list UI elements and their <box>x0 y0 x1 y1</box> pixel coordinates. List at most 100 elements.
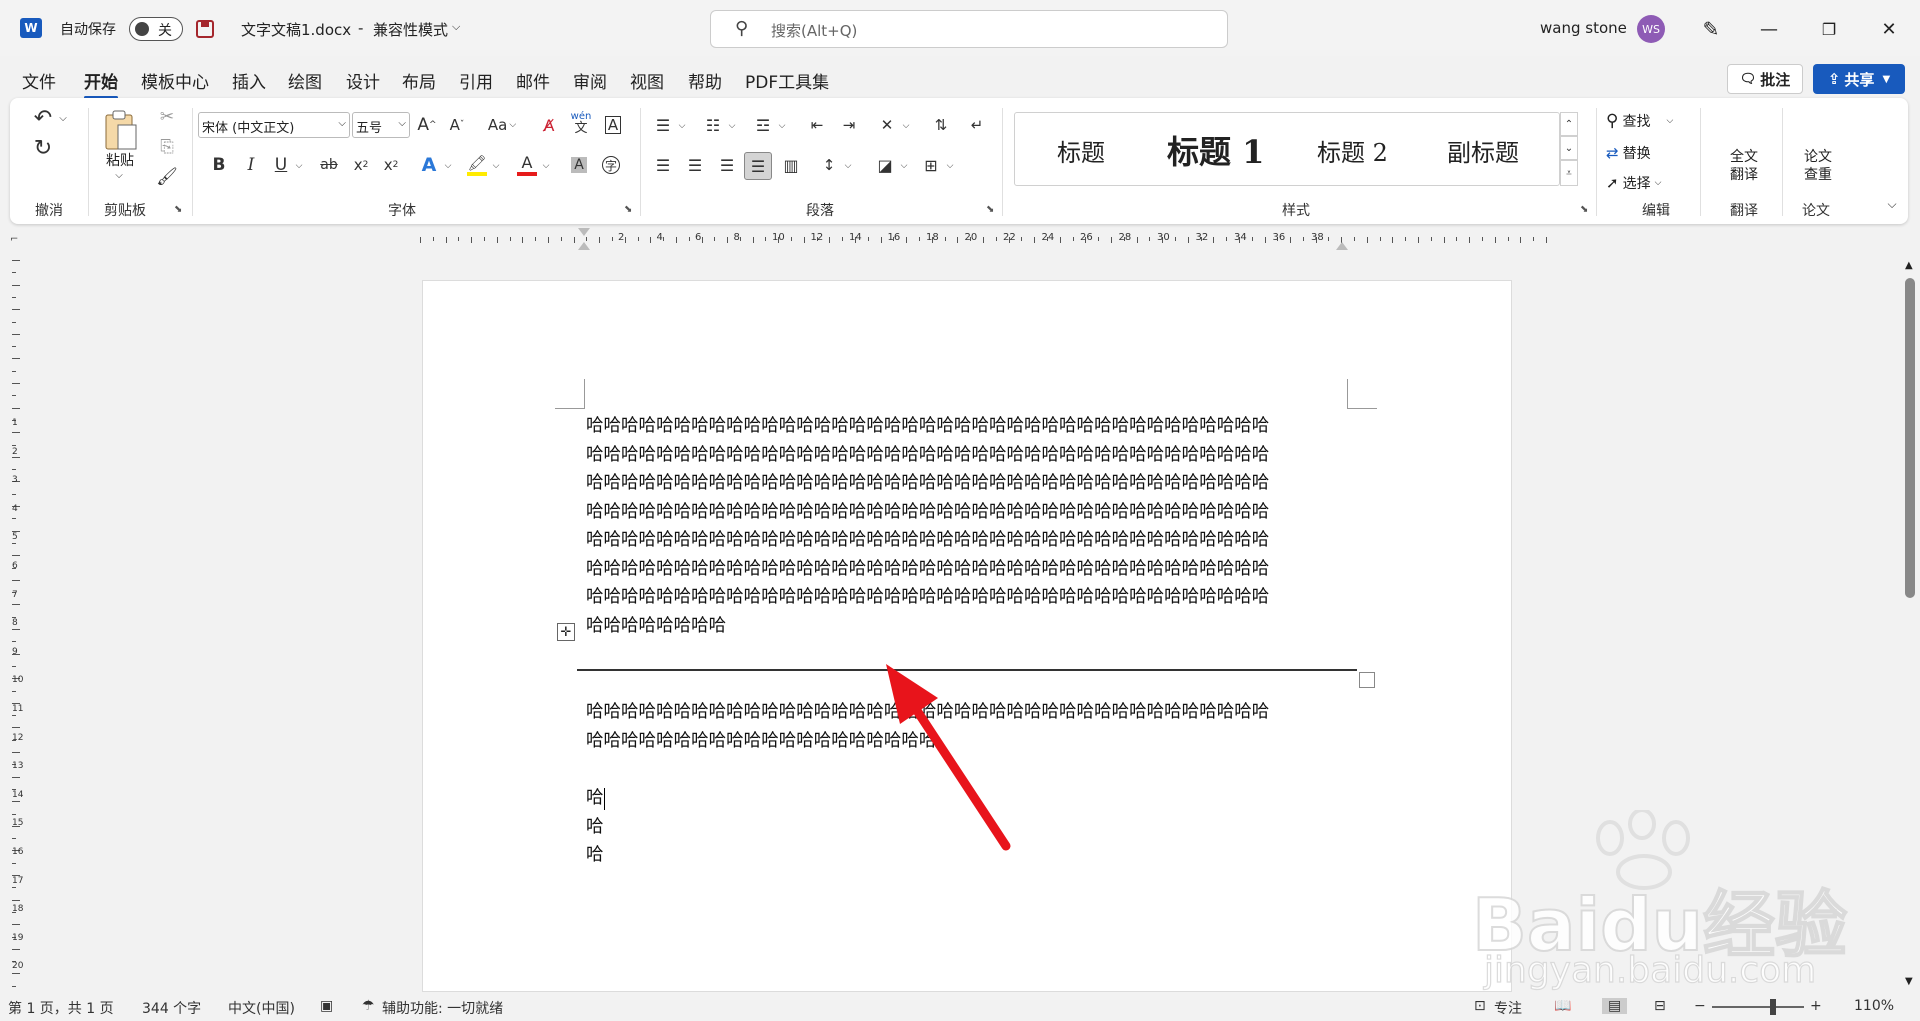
zoom-slider-thumb[interactable] <box>1770 999 1776 1015</box>
line-spacing-dropdown-icon[interactable]: ⌵ <box>842 156 854 176</box>
chinese-layout-dropdown-icon[interactable]: ⌵ <box>900 116 912 136</box>
justify-icon[interactable]: ☰ <box>744 152 772 180</box>
zoom-level[interactable]: 110% <box>1854 998 1894 1014</box>
tab-layout[interactable]: 布局 <box>402 68 436 93</box>
print-layout-icon[interactable]: ▤ <box>1602 998 1628 1014</box>
close-button[interactable]: ✕ <box>1875 16 1903 42</box>
autosave-toggle[interactable]: 关 <box>129 17 183 41</box>
select-button[interactable]: ➚ 选择 ⌵ <box>1606 170 1696 196</box>
paste-dropdown-icon[interactable]: ⌵ <box>112 168 126 182</box>
paste-label[interactable]: 粘贴 <box>106 150 134 170</box>
style-heading-1[interactable]: 标题 1 <box>1167 127 1264 173</box>
tab-references[interactable]: 引用 <box>459 68 493 93</box>
tab-draw[interactable]: 绘图 <box>288 68 322 93</box>
font-size-select[interactable]: 五号 ⌵ <box>352 112 410 138</box>
character-shading-button[interactable]: A <box>566 152 592 178</box>
page-count[interactable]: 第 1 页，共 1 页 <box>8 998 114 1018</box>
pen-icon[interactable]: ✎ <box>1698 16 1724 42</box>
zoom-slider[interactable] <box>1712 999 1804 1015</box>
tab-templates[interactable]: 模板中心 <box>141 68 209 93</box>
comment-button[interactable]: 🗨 批注 <box>1727 64 1803 94</box>
multilevel-dropdown-icon[interactable]: ⌵ <box>776 116 788 136</box>
restore-button[interactable]: ❐ <box>1815 16 1843 42</box>
bullets-icon[interactable]: ☰ <box>650 112 676 138</box>
show-marks-icon[interactable]: ↵ <box>964 112 990 138</box>
tab-view[interactable]: 视图 <box>630 68 664 93</box>
tab-review[interactable]: 审阅 <box>573 68 607 93</box>
vertical-scrollbar[interactable]: ▲ ▼ <box>1900 260 1920 990</box>
share-button[interactable]: ⇪ 共享 ▼ <box>1813 64 1905 94</box>
scroll-up-icon[interactable]: ▲ <box>1905 260 1913 271</box>
style-subtitle[interactable]: 副标题 <box>1447 133 1519 168</box>
increase-indent-icon[interactable]: ⇥ <box>836 112 862 138</box>
vertical-ruler[interactable]: 1 2 3 4 5 6 7 8 9 10 11 12 13 14 15 16 17 18 19 20 <box>0 252 34 992</box>
search-box[interactable]: ⚲ 搜索(Alt+Q) <box>710 10 1228 48</box>
zoom-in-icon[interactable]: + <box>1810 998 1822 1014</box>
multilevel-list-icon[interactable]: ☲ <box>750 112 776 138</box>
find-button[interactable]: ⚲ 查找 ⌵ <box>1606 108 1696 134</box>
tab-mailings[interactable]: 邮件 <box>516 68 550 93</box>
full-translate-button[interactable]: 全文 翻译 <box>1714 148 1774 188</box>
ruler-corner-icon[interactable]: ⌐ <box>10 234 22 246</box>
phonetic-guide-button[interactable]: wén 文 <box>568 108 594 138</box>
replace-button[interactable]: ⇄ 替换 <box>1606 140 1696 166</box>
font-color-button[interactable]: A <box>514 152 540 178</box>
bold-button[interactable]: B <box>206 152 232 178</box>
cut-icon[interactable]: ✂ <box>154 104 180 130</box>
paper-check-button[interactable]: 论文 查重 <box>1788 148 1848 188</box>
paste-button[interactable] <box>98 106 142 156</box>
collapse-ribbon-icon[interactable]: ⌵ <box>1882 194 1902 214</box>
shrink-font-button[interactable]: Aˇ <box>444 112 470 138</box>
compatibility-mode[interactable]: 兼容性模式 <box>373 19 448 40</box>
scroll-thumb[interactable] <box>1905 278 1915 598</box>
align-left-icon[interactable]: ☰ <box>650 152 676 178</box>
minimize-button[interactable]: — <box>1755 16 1783 42</box>
dialog-launcher-icon[interactable]: ⬊ <box>1580 204 1588 215</box>
tab-design[interactable]: 设计 <box>346 68 380 93</box>
tab-home[interactable]: 开始 <box>84 68 118 99</box>
language[interactable]: 中文(中国) <box>228 998 295 1018</box>
text-effects-dropdown-icon[interactable]: ⌵ <box>442 156 454 176</box>
focus-icon[interactable]: ⊡ <box>1474 998 1486 1014</box>
web-layout-icon[interactable]: ⊟ <box>1654 998 1666 1014</box>
save-icon[interactable] <box>194 18 216 40</box>
shading-icon[interactable]: ◪ <box>872 152 898 178</box>
align-right-icon[interactable]: ☰ <box>714 152 740 178</box>
left-indent-marker[interactable] <box>578 242 590 250</box>
enclose-characters-button[interactable]: 字 <box>598 152 624 178</box>
resize-handle[interactable] <box>1359 672 1375 688</box>
dialog-launcher-icon[interactable]: ⬊ <box>986 204 994 215</box>
character-border-button[interactable]: A <box>600 112 626 138</box>
highlight-button[interactable]: 🖍 <box>464 152 490 178</box>
accessibility-status[interactable]: 辅助功能: 一切就绪 <box>382 998 503 1018</box>
text-effects-button[interactable]: A <box>416 152 442 178</box>
clear-formatting-icon[interactable]: A̸ <box>536 112 562 138</box>
shading-dropdown-icon[interactable]: ⌵ <box>898 156 910 176</box>
scroll-down-icon[interactable]: ▼ <box>1905 976 1913 987</box>
line-spacing-icon[interactable]: ↕ <box>816 152 842 178</box>
focus-mode[interactable]: 专注 <box>1494 998 1522 1018</box>
numbering-icon[interactable]: ☷ <box>700 112 726 138</box>
proofing-icon[interactable]: ▣ <box>320 998 333 1014</box>
subscript-button[interactable]: x2 <box>348 152 374 178</box>
strikethrough-button[interactable]: ab <box>316 152 342 178</box>
borders-dropdown-icon[interactable]: ⌵ <box>944 156 956 176</box>
read-mode-icon[interactable]: 📖 <box>1554 998 1571 1014</box>
italic-button[interactable]: I <box>238 152 264 178</box>
bullets-dropdown-icon[interactable]: ⌵ <box>676 116 688 136</box>
grow-font-button[interactable]: A ^ <box>414 112 440 138</box>
sort-icon[interactable]: ⇅ <box>928 112 954 138</box>
style-heading-2[interactable]: 标题 2 <box>1317 133 1388 168</box>
font-color-dropdown-icon[interactable]: ⌵ <box>540 156 552 176</box>
chevron-down-icon[interactable]: ⌵ <box>452 20 460 34</box>
change-case-button[interactable]: Aa ⌵ <box>482 112 522 138</box>
undo-dropdown-icon[interactable]: ⌵ <box>56 108 70 128</box>
style-title[interactable]: 标题 <box>1057 133 1105 168</box>
underline-button[interactable]: U <box>268 152 294 178</box>
borders-icon[interactable]: ⊞ <box>918 152 944 178</box>
underline-dropdown-icon[interactable]: ⌵ <box>293 156 305 176</box>
styles-scroll-down-icon[interactable]: ⌄ <box>1560 136 1578 160</box>
decrease-indent-icon[interactable]: ⇤ <box>804 112 830 138</box>
first-line-indent-marker[interactable] <box>578 228 590 236</box>
align-center-icon[interactable]: ☰ <box>682 152 708 178</box>
